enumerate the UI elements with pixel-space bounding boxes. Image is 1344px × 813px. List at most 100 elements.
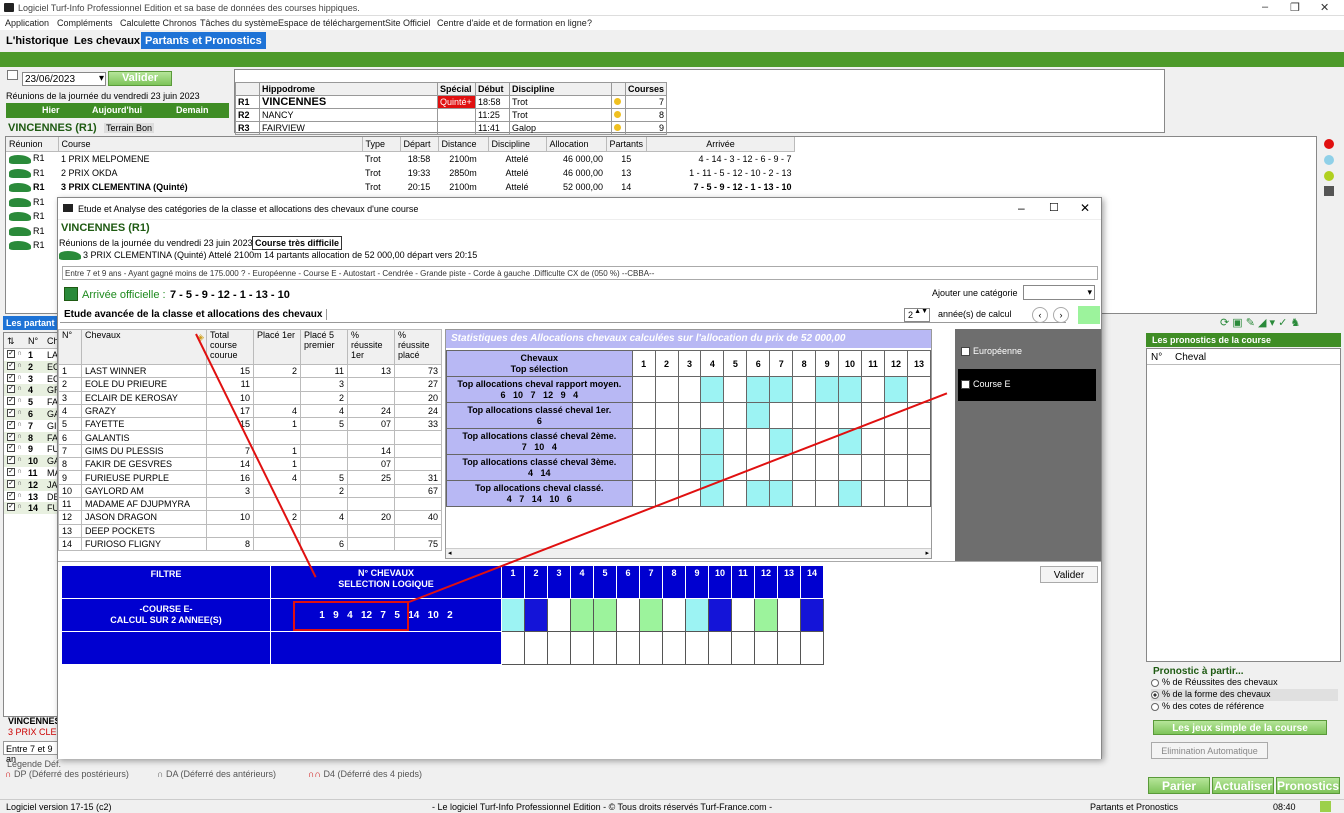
filter-validate-button[interactable]: Valider	[1040, 566, 1098, 583]
list-item[interactable]: ✓ ∩ 10 GA	[4, 455, 60, 467]
arrow-right-icon[interactable]: ▸	[925, 549, 929, 557]
blue-dot-icon[interactable]	[1324, 155, 1334, 165]
table-row[interactable]: R1 1 PRIX MELPOMENE Trot 18:58 2100m Att…	[6, 151, 795, 166]
checkbox[interactable]: ✓	[7, 456, 15, 465]
list-item[interactable]: ✓ ∩ 6 GA	[4, 407, 60, 420]
list-item[interactable]: ✓ ∩ 4 GR	[4, 384, 61, 397]
table-row[interactable]: R1 2 PRIX OKDA Trot 19:33 2850m Attelé 4…	[6, 166, 795, 181]
list-item[interactable]: ✓ ∩ 3 EC	[4, 372, 60, 385]
filter-cell[interactable]	[731, 631, 755, 665]
filter-cell[interactable]	[662, 631, 686, 665]
checkbox[interactable]: ✓	[7, 432, 15, 441]
filter-cell[interactable]	[731, 598, 755, 632]
list-item[interactable]: ✓ ∩ 1 LA	[4, 349, 58, 361]
filter-cell[interactable]	[616, 598, 640, 632]
filter-cell[interactable]	[777, 598, 801, 632]
filter-cell[interactable]	[754, 598, 778, 632]
filter-cell[interactable]	[570, 631, 594, 665]
jeux-simple-button[interactable]: Les jeux simple de la course	[1153, 720, 1327, 735]
parier-button[interactable]: Parier	[1148, 777, 1210, 794]
table-row[interactable]: 3 ECLAIR DE KEROSAY 10 2 20	[58, 390, 442, 405]
list-item[interactable]: ✓ ∩ 14 FU	[4, 502, 59, 515]
list-item[interactable]: ✓ ∩ 8 FA	[4, 431, 58, 444]
filter-cell[interactable]	[800, 598, 824, 632]
filter-cell[interactable]	[685, 631, 709, 665]
list-item[interactable]: ✓ ∩ 12 JA	[4, 478, 58, 491]
checkbox[interactable]: ✓	[7, 479, 15, 488]
filter-cell[interactable]	[708, 631, 732, 665]
validate-date-button[interactable]: Valider	[108, 71, 172, 86]
menu-aide[interactable]: Centre d'aide et de formation en ligne	[437, 18, 587, 28]
filter-cell[interactable]	[570, 598, 594, 632]
filter-cell[interactable]	[639, 631, 663, 665]
table-row[interactable]: 2 EOLE DU PRIEURE 11 3 27	[58, 377, 442, 392]
filter-cell[interactable]	[800, 631, 824, 665]
document-icon[interactable]	[1324, 186, 1334, 196]
checkbox[interactable]: ✓	[7, 397, 15, 406]
conditions-field[interactable]: Entre 7 et 9 ans - Ayant gagné moins de …	[62, 266, 1098, 280]
list-item[interactable]: ✓ ∩ 13 DE	[4, 490, 60, 503]
elimination-button[interactable]: Elimination Automatique	[1151, 742, 1268, 759]
green-dot-icon[interactable]	[1324, 171, 1334, 181]
toolbar-icons[interactable]: ⟳ ▣ ✎ ◢ ▾ ✓ ♞	[1220, 316, 1300, 329]
next-icon[interactable]: ›	[1053, 307, 1069, 323]
filter-cell[interactable]	[524, 598, 548, 632]
arrow-left-icon[interactable]: ◂	[448, 549, 452, 557]
filter-cell[interactable]	[501, 598, 525, 632]
filter-cell[interactable]	[708, 598, 732, 632]
tab-historique[interactable]: L'historique	[2, 32, 73, 49]
hier-button[interactable]: Hier	[42, 105, 60, 115]
years-spinner[interactable]: 2 ▲▼	[904, 308, 930, 322]
radio-forme[interactable]: % de la forme des chevaux	[1151, 689, 1338, 701]
pronostics-button[interactable]: Pronostics	[1276, 777, 1340, 794]
table-row[interactable]: 11 MADAME AF DJUPMYRA	[58, 496, 442, 512]
menu-calculette[interactable]: Calculette Chronos	[120, 18, 197, 28]
category-course-e[interactable]: ✓ Course E	[958, 369, 1096, 401]
date-select[interactable]: 23/06/2023 ▾	[22, 72, 106, 86]
table-row[interactable]: 1 LAST WINNER 15 2 11 13 73	[58, 363, 442, 379]
list-item[interactable]: ✓ ∩ 7 GI	[4, 419, 58, 432]
checkbox[interactable]: ✓	[7, 373, 15, 382]
list-item[interactable]: ✓ ∩ 9 FU	[4, 443, 59, 456]
filter-cell[interactable]	[662, 598, 686, 632]
aujourdhui-button[interactable]: Aujourd'hui	[92, 105, 142, 115]
filter-cell[interactable]	[685, 598, 709, 632]
minimize-icon[interactable]: –	[1262, 1, 1268, 13]
filter-cell[interactable]	[547, 631, 571, 665]
calendar-icon[interactable]	[7, 70, 18, 80]
minimize-icon[interactable]: –	[1018, 201, 1025, 215]
table-row[interactable]: 10 GAYLORD AM 3 2 67	[58, 483, 442, 498]
checkbox[interactable]: ✓	[7, 408, 15, 417]
checkbox[interactable]: ✓	[7, 503, 15, 512]
table-row[interactable]: R3 FAIRVIEW 11:41 Galop 9	[235, 121, 668, 135]
list-item[interactable]: ✓ ∩ 5 FA	[4, 396, 58, 408]
list-item[interactable]: ✓ ∩ 2 EO	[4, 360, 60, 373]
menu-application[interactable]: Application	[5, 18, 49, 28]
checkbox[interactable]: ✓	[7, 385, 15, 394]
table-row[interactable]: Top allocations classé cheval 2ème. 7 10 …	[446, 428, 932, 455]
filter-cell[interactable]	[593, 631, 617, 665]
table-row[interactable]: 5 FAYETTE 15 1 5 07 33	[58, 417, 442, 432]
list-item[interactable]: ✓ ∩ 11 MA	[4, 466, 61, 479]
menu-site[interactable]: Site Officiel	[385, 18, 430, 28]
horizontal-scrollbar[interactable]: ◂ ▸	[446, 548, 931, 558]
filter-cell[interactable]	[616, 631, 640, 665]
red-dot-icon[interactable]	[1324, 139, 1334, 149]
table-row[interactable]: Top allocations classé cheval 3ème. 4 14	[446, 454, 932, 481]
restore-icon[interactable]: ❐	[1290, 1, 1300, 14]
close-icon[interactable]: ✕	[1080, 201, 1090, 215]
table-row[interactable]: 9 FURIEUSE PURPLE 16 4 5 25 31	[58, 470, 442, 485]
prev-icon[interactable]: ‹	[1032, 307, 1048, 323]
table-row[interactable]: R1 3 PRIX CLEMENTINA (Quinté) Trot 20:15…	[6, 180, 795, 195]
filter-cell[interactable]	[593, 598, 617, 632]
table-row[interactable]: Top allocations cheval rapport moyen. 6 1…	[446, 376, 932, 403]
table-row[interactable]: 12 JASON DRAGON 10 2 4 20 40	[58, 510, 442, 525]
menu-help[interactable]: ?	[587, 18, 592, 28]
filter-cell[interactable]	[501, 631, 525, 665]
close-icon[interactable]: ✕	[1320, 1, 1329, 14]
filter-cell[interactable]	[524, 631, 548, 665]
filter-cell[interactable]	[639, 598, 663, 632]
checkbox[interactable]: ✓	[7, 420, 15, 429]
filter-cell[interactable]	[547, 598, 571, 632]
maximize-icon[interactable]: ☐	[1049, 201, 1059, 214]
